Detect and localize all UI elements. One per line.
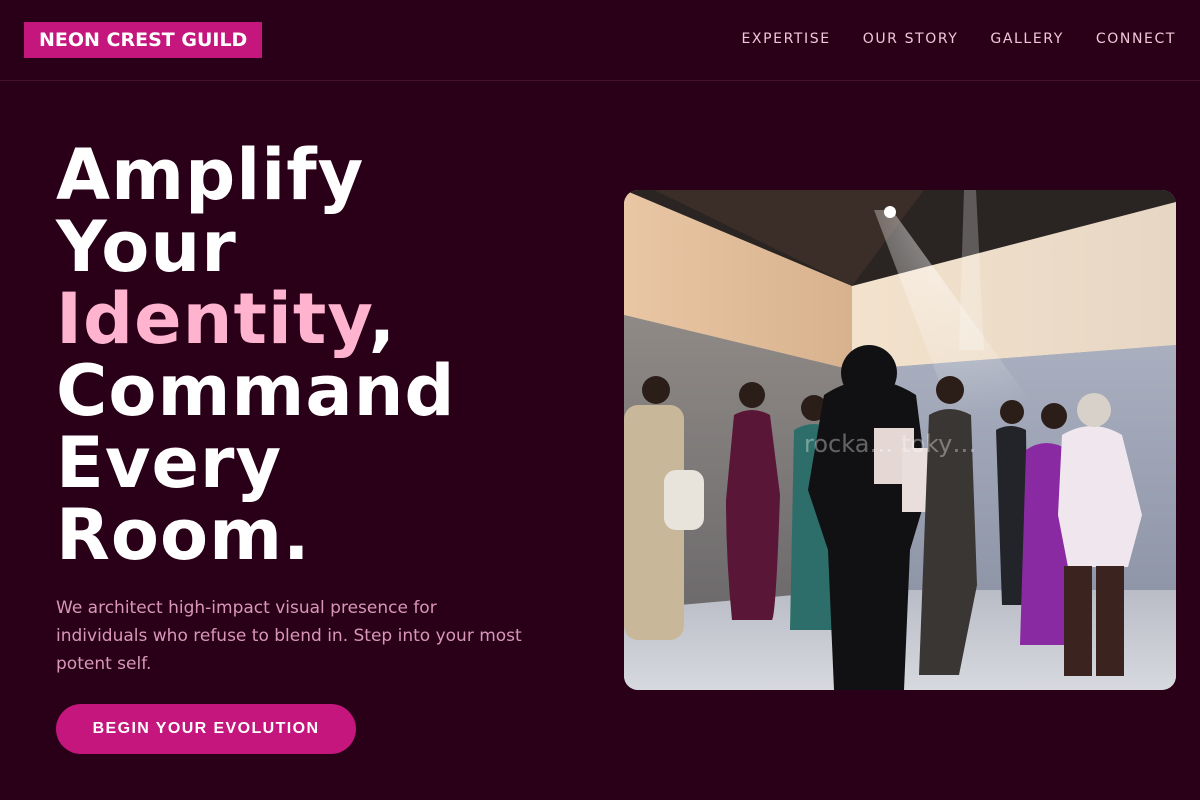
hero-photo-illustration: rocka… toky…	[624, 190, 1176, 690]
image-watermark: rocka… toky…	[804, 430, 976, 458]
nav-item-expertise[interactable]: EXPERTISE	[741, 30, 830, 48]
site-header: NEON CREST GUILD EXPERTISE OUR STORY GAL…	[0, 0, 1200, 81]
hero-image: rocka… toky…	[624, 190, 1176, 690]
hero-title-comma: ,	[368, 278, 397, 360]
nav-item-connect[interactable]: CONNECT	[1096, 30, 1176, 48]
nav-item-gallery[interactable]: GALLERY	[990, 30, 1063, 48]
main-nav: EXPERTISE OUR STORY GALLERY CONNECT	[741, 30, 1176, 48]
hero-title-line-1: Amplify	[56, 134, 365, 216]
hero-title-line-2: Your	[56, 206, 237, 288]
hero-title-accent: Identity	[56, 278, 369, 360]
hero-description: We architect high-impact visual presence…	[56, 598, 522, 674]
brand-logo[interactable]: NEON CREST GUILD	[24, 22, 263, 58]
hero-title-line-6: Room.	[56, 494, 311, 576]
hero-title: Amplify Your Identity, Command Every Roo…	[56, 139, 456, 571]
begin-evolution-button[interactable]: BEGIN YOUR EVOLUTION	[56, 704, 356, 754]
nav-item-our-story[interactable]: OUR STORY	[863, 30, 959, 48]
hero-title-line-5: Every	[56, 422, 283, 504]
hero-title-line-4: Command	[56, 350, 456, 432]
